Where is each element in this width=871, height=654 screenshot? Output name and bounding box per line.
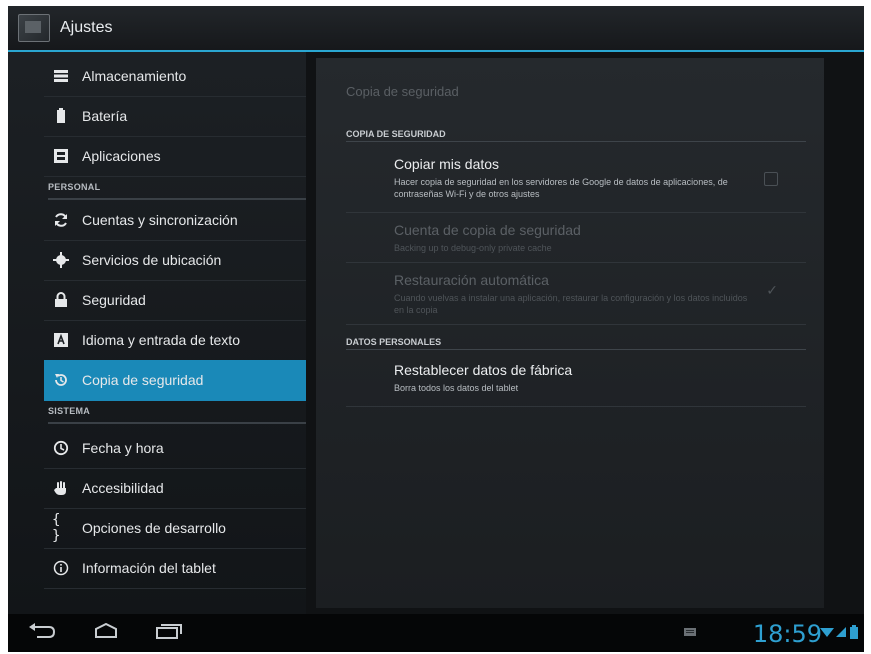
location-icon bbox=[52, 251, 70, 269]
language-icon bbox=[52, 331, 70, 349]
pref-title: Restablecer datos de fábrica bbox=[394, 362, 573, 378]
sidebar-item-label: Información del tablet bbox=[82, 560, 216, 576]
clock-icon bbox=[52, 439, 70, 457]
pref-title: Restauración automática bbox=[394, 272, 549, 288]
pref-summary: Backing up to debug-only private cache bbox=[394, 243, 552, 253]
sidebar-item-label: Almacenamiento bbox=[82, 68, 187, 84]
apps-icon bbox=[52, 147, 70, 165]
sidebar-item-backup[interactable]: Copia de seguridad bbox=[44, 360, 306, 401]
recents-icon bbox=[153, 623, 183, 644]
pref-factory-reset[interactable]: Restablecer datos de fábrica Borra todos… bbox=[346, 350, 806, 407]
sidebar-item-label: Opciones de desarrollo bbox=[82, 520, 226, 536]
battery-status-icon bbox=[850, 625, 858, 644]
sidebar-item-label: Seguridad bbox=[82, 292, 146, 308]
sidebar-item-label: Batería bbox=[82, 108, 128, 124]
section-header-backup: COPIA DE SEGURIDAD bbox=[346, 120, 806, 142]
pref-summary: Cuando vuelvas a instalar una aplicación… bbox=[394, 293, 748, 315]
sync-icon bbox=[52, 211, 70, 229]
status-clock[interactable]: 18:59 bbox=[753, 620, 822, 648]
sidebar-item-security[interactable]: Seguridad bbox=[44, 280, 306, 321]
system-navigation-bar: 18:59 bbox=[8, 614, 864, 652]
section-header-system: SISTEMA bbox=[48, 400, 306, 424]
sidebar-item-label: Idioma y entrada de texto bbox=[82, 332, 240, 348]
section-header-personal: PERSONAL bbox=[48, 176, 306, 200]
back-icon bbox=[27, 622, 57, 644]
settings-sidebar: Almacenamiento Batería Aplicaciones PERS… bbox=[8, 52, 306, 614]
pref-title: Copiar mis datos bbox=[394, 156, 500, 172]
sidebar-item-apps[interactable]: Aplicaciones bbox=[44, 136, 306, 177]
sidebar-item-developer-options[interactable]: { } Opciones de desarrollo bbox=[44, 508, 306, 549]
pref-summary: Borra todos los datos del tablet bbox=[394, 383, 519, 393]
content-pane: Copia de seguridad COPIA DE SEGURIDAD Co… bbox=[306, 52, 864, 614]
sidebar-item-label: Fecha y hora bbox=[82, 440, 164, 456]
backup-settings-panel: Copia de seguridad COPIA DE SEGURIDAD Co… bbox=[316, 58, 824, 608]
settings-app-icon[interactable] bbox=[18, 14, 50, 42]
auto-restore-checkmark-icon: ✓ bbox=[766, 282, 778, 298]
home-button[interactable] bbox=[86, 622, 126, 644]
battery-icon bbox=[52, 107, 70, 125]
hand-icon bbox=[52, 479, 70, 497]
sidebar-item-battery[interactable]: Batería bbox=[44, 96, 306, 137]
sidebar-item-about-tablet[interactable]: Información del tablet bbox=[44, 548, 306, 589]
lock-icon bbox=[52, 291, 70, 309]
sidebar-item-label: Servicios de ubicación bbox=[82, 252, 222, 268]
sidebar-item-accessibility[interactable]: Accesibilidad bbox=[44, 468, 306, 509]
sidebar-item-language[interactable]: Idioma y entrada de texto bbox=[44, 320, 306, 361]
sidebar-item-location[interactable]: Servicios de ubicación bbox=[44, 240, 306, 281]
app-title: Ajustes bbox=[60, 19, 113, 36]
backup-icon bbox=[52, 371, 70, 389]
pref-backup-account: Cuenta de copia de seguridad Backing up … bbox=[346, 212, 806, 263]
sidebar-item-label: Cuentas y sincronización bbox=[82, 212, 238, 228]
braces-icon: { } bbox=[52, 512, 61, 544]
pref-title: Cuenta de copia de seguridad bbox=[394, 222, 581, 238]
notification-icon[interactable] bbox=[684, 625, 696, 643]
wifi-icon bbox=[820, 625, 834, 643]
copy-data-checkbox[interactable] bbox=[764, 172, 778, 186]
tablet-screen: Ajustes Almacenamiento Batería Aplicacio… bbox=[8, 6, 864, 652]
storage-icon bbox=[52, 67, 70, 85]
pref-summary: Hacer copia de seguridad en los servidor… bbox=[394, 177, 728, 199]
back-button[interactable] bbox=[22, 622, 62, 644]
section-header-personal-data: DATOS PERSONALES bbox=[346, 328, 806, 350]
home-icon bbox=[90, 622, 122, 644]
page-title: Copia de seguridad bbox=[346, 84, 459, 99]
signal-icon bbox=[836, 625, 846, 643]
sidebar-item-storage[interactable]: Almacenamiento bbox=[44, 56, 306, 97]
pref-copy-my-data[interactable]: Copiar mis datos Hacer copia de segurida… bbox=[346, 142, 806, 213]
sidebar-item-accounts-sync[interactable]: Cuentas y sincronización bbox=[44, 200, 306, 241]
sidebar-item-date-time[interactable]: Fecha y hora bbox=[44, 428, 306, 469]
action-bar: Ajustes bbox=[8, 6, 864, 52]
sidebar-item-label: Aplicaciones bbox=[82, 148, 161, 164]
sidebar-item-label: Copia de seguridad bbox=[82, 372, 204, 388]
recents-button[interactable] bbox=[148, 622, 188, 644]
pref-auto-restore: Restauración automática Cuando vuelvas a… bbox=[346, 262, 806, 325]
info-icon bbox=[52, 559, 70, 577]
sidebar-item-label: Accesibilidad bbox=[82, 480, 164, 496]
